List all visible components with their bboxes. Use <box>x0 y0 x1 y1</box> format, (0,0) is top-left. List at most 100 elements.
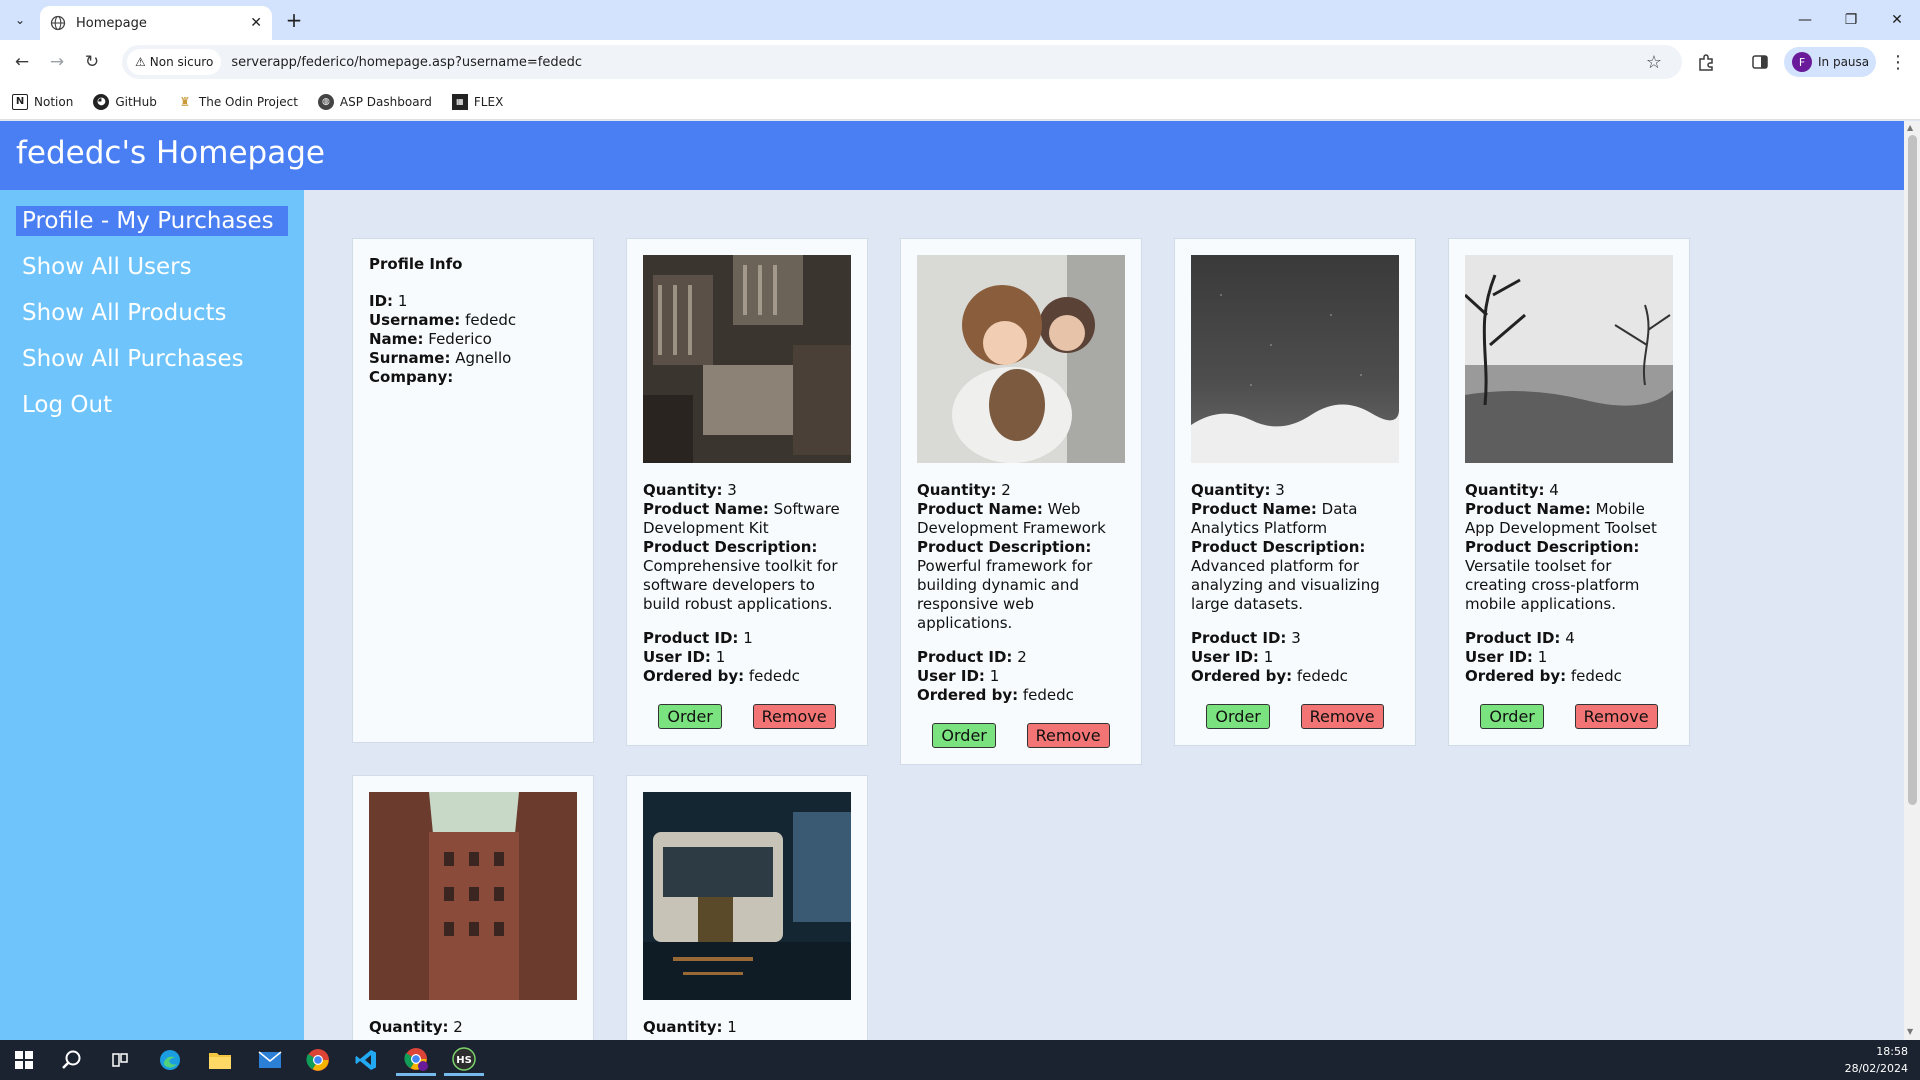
avatar: F <box>1792 52 1812 72</box>
flex-icon: ▦ <box>451 93 468 110</box>
field-label: Quantity: <box>917 481 997 499</box>
field-value: 1 <box>989 667 1000 685</box>
field-value: 3 <box>727 481 737 499</box>
page-scrollbar[interactable]: ▲ ▼ <box>1904 121 1920 1040</box>
remove-button[interactable]: Remove <box>1026 723 1110 748</box>
profile-id: ID: 1 <box>369 292 577 311</box>
edge-icon[interactable] <box>150 1044 190 1076</box>
purchase-quantity: Quantity: 1 <box>643 1018 851 1037</box>
scrollbar-thumb[interactable] <box>1908 135 1917 805</box>
order-button[interactable]: Order <box>932 723 996 748</box>
system-clock[interactable]: 18:58 28/02/2024 <box>1845 1043 1908 1077</box>
browser-toolbar: ← → ↻ ⚠ Non sicuro serverapp/federico/ho… <box>0 40 1920 84</box>
field-label: Ordered by: <box>1465 667 1567 685</box>
side-panel-icon[interactable] <box>1748 50 1772 74</box>
chrome-icon[interactable] <box>298 1044 338 1076</box>
odin-project-icon: ♜ <box>179 94 191 109</box>
chrome-profile-icon[interactable] <box>396 1044 436 1076</box>
purchase-user-id: User ID: 1 <box>917 667 1125 686</box>
bookmark-odin-project[interactable]: ♜ The Odin Project <box>177 94 298 110</box>
task-view-icon[interactable] <box>100 1044 140 1076</box>
field-label: User ID: <box>1191 648 1259 666</box>
scroll-up-arrow-icon[interactable]: ▲ <box>1907 123 1913 132</box>
purchase-description: Product Description: Advanced platform fo… <box>1191 538 1399 614</box>
field-label: User ID: <box>643 648 711 666</box>
field-value: Comprehensive toolkit for software devel… <box>643 557 838 613</box>
remove-button[interactable]: Remove <box>752 704 836 729</box>
reload-icon[interactable]: ↻ <box>80 50 104 74</box>
profile-info-card: Profile Info ID: 1 Username: fededc Name… <box>352 238 594 743</box>
sidebar: Profile - My Purchases Show All Users Sh… <box>0 190 304 1040</box>
bookmark-star-icon[interactable]: ☆ <box>1646 52 1662 73</box>
bookmark-label: Notion <box>34 94 74 109</box>
purchase-card: Quantity: 3 Product Name: Data Analytics… <box>1174 238 1416 746</box>
extensions-puzzle-icon[interactable] <box>1694 50 1718 74</box>
bookmark-notion[interactable]: N Notion <box>12 93 74 110</box>
back-arrow-icon[interactable]: ← <box>10 50 34 74</box>
field-value: Versatile toolset for creating cross-pla… <box>1465 557 1640 613</box>
product-image-bus-night <box>643 792 851 1000</box>
address-bar[interactable]: ⚠ Non sicuro serverapp/federico/homepage… <box>122 45 1682 79</box>
sidebar-item-show-all-purchases[interactable]: Show All Purchases <box>16 344 288 374</box>
file-explorer-icon[interactable] <box>200 1044 240 1076</box>
field-label: Product Name: <box>917 500 1043 518</box>
search-icon[interactable] <box>52 1044 92 1076</box>
order-button[interactable]: Order <box>658 704 722 729</box>
sidebar-item-log-out[interactable]: Log Out <box>16 390 288 420</box>
purchase-card: Quantity: 1 <box>626 775 868 1040</box>
profile-name: Name: Federico <box>369 330 577 349</box>
field-label: Quantity: <box>643 481 723 499</box>
field-label: Product Description: <box>1191 538 1366 556</box>
scroll-down-arrow-icon[interactable]: ▼ <box>1907 1027 1913 1036</box>
site-security-chip[interactable]: ⚠ Non sicuro <box>127 49 222 75</box>
forward-arrow-icon[interactable]: → <box>45 50 69 74</box>
more-menu-icon[interactable]: ⋮ <box>1888 50 1908 74</box>
purchase-description: Product Description: Comprehensive toolki… <box>643 538 851 614</box>
minimize-icon[interactable]: — <box>1782 0 1828 40</box>
restore-icon[interactable]: ❐ <box>1828 0 1874 40</box>
remove-button[interactable]: Remove <box>1574 704 1658 729</box>
field-value: fededc <box>1296 667 1348 685</box>
mail-icon[interactable] <box>250 1044 290 1076</box>
sidebar-item-show-all-products[interactable]: Show All Products <box>16 298 288 328</box>
field-label: Name: <box>369 330 424 348</box>
vscode-icon[interactable] <box>346 1044 386 1076</box>
order-button[interactable]: Order <box>1206 704 1270 729</box>
bookmark-flex[interactable]: ▦ FLEX <box>451 93 504 110</box>
profile-button[interactable]: F In pausa <box>1784 47 1876 77</box>
bookmark-label: FLEX <box>473 94 504 109</box>
browser-tab-homepage[interactable]: Homepage ✕ <box>40 6 272 40</box>
hs-app-icon[interactable]: HS <box>444 1044 484 1076</box>
field-value: 2 <box>1001 481 1011 499</box>
field-label: Product ID: <box>1465 629 1561 647</box>
page-viewport: fededc's Homepage Profile - My Purchases… <box>0 121 1904 1040</box>
profile-status: In pausa <box>1818 55 1870 69</box>
bookmark-asp-dashboard[interactable]: ◍ ASP Dashboard <box>317 93 432 110</box>
tab-search-chevron-icon[interactable]: ⌄ <box>8 8 32 32</box>
sidebar-item-profile-purchases[interactable]: Profile - My Purchases <box>16 206 288 236</box>
sidebar-item-show-all-users[interactable]: Show All Users <box>16 252 288 282</box>
new-tab-plus-icon[interactable]: + <box>282 8 306 32</box>
url-text[interactable]: serverapp/federico/homepage.asp?username… <box>231 55 582 70</box>
purchase-card: Quantity: 2 <box>352 775 594 1040</box>
remove-button[interactable]: Remove <box>1300 704 1384 729</box>
tab-title: Homepage <box>76 15 147 31</box>
order-button[interactable]: Order <box>1480 704 1544 729</box>
field-label: Product Name: <box>643 500 769 518</box>
close-tab-icon[interactable]: ✕ <box>250 15 262 31</box>
bookmark-github[interactable]: ◕ GitHub <box>93 93 157 110</box>
field-value: 2 <box>453 1018 463 1036</box>
windows-start-icon[interactable] <box>4 1044 44 1076</box>
site-header: fededc's Homepage <box>0 121 1904 190</box>
close-window-icon[interactable]: ✕ <box>1874 0 1920 40</box>
field-label: Product ID: <box>643 629 739 647</box>
field-value: 3 <box>1291 629 1301 647</box>
field-label: Product Description: <box>1465 538 1640 556</box>
purchase-product-id: Product ID: 4 <box>1465 629 1673 648</box>
purchase-ordered-by: Ordered by: fededc <box>1191 667 1399 686</box>
purchase-ordered-by: Ordered by: fededc <box>1465 667 1673 686</box>
field-value: Advanced platform for analyzing and visu… <box>1191 557 1380 613</box>
field-label: Company: <box>369 368 454 386</box>
purchase-card: Quantity: 4 Product Name: Mobile App Dev… <box>1448 238 1690 746</box>
field-value: 1 <box>743 629 753 647</box>
